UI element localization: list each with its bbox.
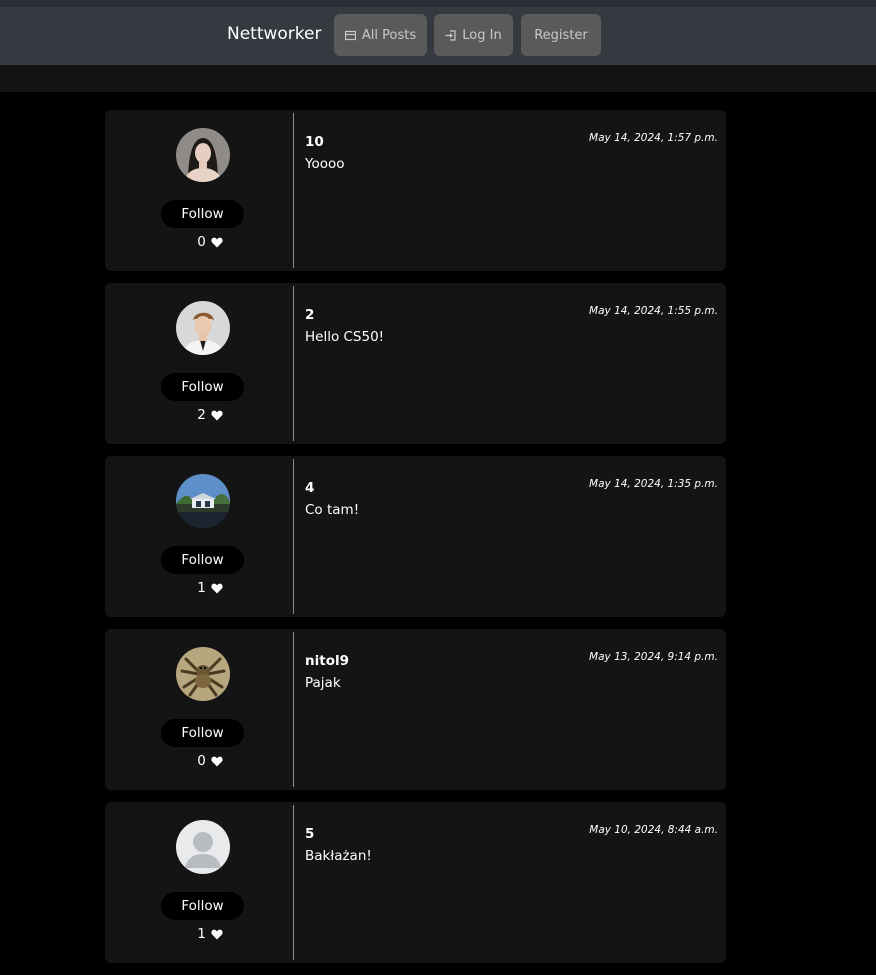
post-username[interactable]: 2: [305, 307, 314, 323]
follow-button[interactable]: Follow: [161, 200, 244, 228]
post-username[interactable]: 4: [305, 480, 314, 496]
post-timestamp: May 14, 2024, 1:35 p.m.: [589, 478, 718, 490]
like-counter: 0: [105, 753, 315, 769]
like-count: 0: [197, 753, 206, 769]
post-timestamp: May 13, 2024, 9:14 p.m.: [589, 651, 718, 663]
post-username[interactable]: nitol9: [305, 653, 349, 669]
post-content: Hello CS50!: [305, 329, 385, 345]
all-posts-label: All Posts: [361, 27, 417, 43]
posts-icon: [344, 30, 356, 40]
login-button[interactable]: Log In: [434, 14, 513, 56]
post-card: Follow 1 5 Bakłażan! May 10, 2024, 8:44 …: [105, 802, 726, 963]
post-list: Follow 0 10 Yoooo May 14, 2024, 1:57 p.m…: [105, 110, 726, 975]
heart-icon[interactable]: [211, 583, 223, 594]
post-timestamp: May 10, 2024, 8:44 a.m.: [589, 824, 718, 836]
like-counter: 1: [105, 580, 315, 596]
post-username[interactable]: 10: [305, 134, 324, 150]
post-card: Follow 0 nitol9 Pajak May 13, 2024, 9:14…: [105, 629, 726, 790]
like-count: 0: [197, 234, 206, 250]
post-timestamp: May 14, 2024, 1:57 p.m.: [589, 132, 718, 144]
post-timestamp: May 14, 2024, 1:55 p.m.: [589, 305, 718, 317]
post-content: Co tam!: [305, 502, 360, 518]
post-username[interactable]: 5: [305, 826, 314, 842]
post-divider: [293, 632, 294, 787]
follow-button[interactable]: Follow: [161, 373, 244, 401]
man-portrait-avatar[interactable]: [176, 301, 230, 355]
post-card: Follow 0 10 Yoooo May 14, 2024, 1:57 p.m…: [105, 110, 726, 271]
heart-icon[interactable]: [211, 410, 223, 421]
like-counter: 0: [105, 234, 315, 250]
like-count: 1: [197, 926, 206, 942]
heart-icon[interactable]: [211, 756, 223, 767]
default-user-avatar[interactable]: [176, 820, 230, 874]
post-divider: [293, 459, 294, 614]
post-author-panel: Follow 2: [105, 283, 293, 444]
post-author-panel: Follow 1: [105, 456, 293, 617]
navbar: Nettworker All Posts Log In Register: [0, 7, 876, 65]
like-counter: 1: [105, 926, 315, 942]
post-card: Follow 1 4 Co tam! May 14, 2024, 1:35 p.…: [105, 456, 726, 617]
post-content: Pajak: [305, 675, 341, 691]
register-label: Register: [534, 27, 588, 43]
woman-portrait-avatar[interactable]: [176, 128, 230, 182]
follow-button[interactable]: Follow: [161, 719, 244, 747]
post-author-panel: Follow 0: [105, 110, 293, 271]
follow-button[interactable]: Follow: [161, 892, 244, 920]
house-photo-avatar[interactable]: [176, 474, 230, 528]
login-label: Log In: [462, 27, 502, 43]
post-author-panel: Follow 0: [105, 629, 293, 790]
register-button[interactable]: Register: [521, 14, 601, 56]
brand-link[interactable]: Nettworker: [227, 24, 322, 44]
all-posts-button[interactable]: All Posts: [334, 14, 427, 56]
spider-photo-avatar[interactable]: [176, 647, 230, 701]
heart-icon[interactable]: [211, 929, 223, 940]
post-content: Bakłażan!: [305, 848, 372, 864]
post-content: Yoooo: [305, 156, 345, 172]
post-author-panel: Follow 1: [105, 802, 293, 963]
like-counter: 2: [105, 407, 315, 423]
heart-icon[interactable]: [211, 237, 223, 248]
login-icon: [445, 29, 456, 41]
post-divider: [293, 113, 294, 268]
like-count: 1: [197, 580, 206, 596]
post-card: Follow 2 2 Hello CS50! May 14, 2024, 1:5…: [105, 283, 726, 444]
post-divider: [293, 286, 294, 441]
like-count: 2: [197, 407, 206, 423]
post-divider: [293, 805, 294, 960]
subheader-bar: [0, 65, 876, 92]
follow-button[interactable]: Follow: [161, 546, 244, 574]
